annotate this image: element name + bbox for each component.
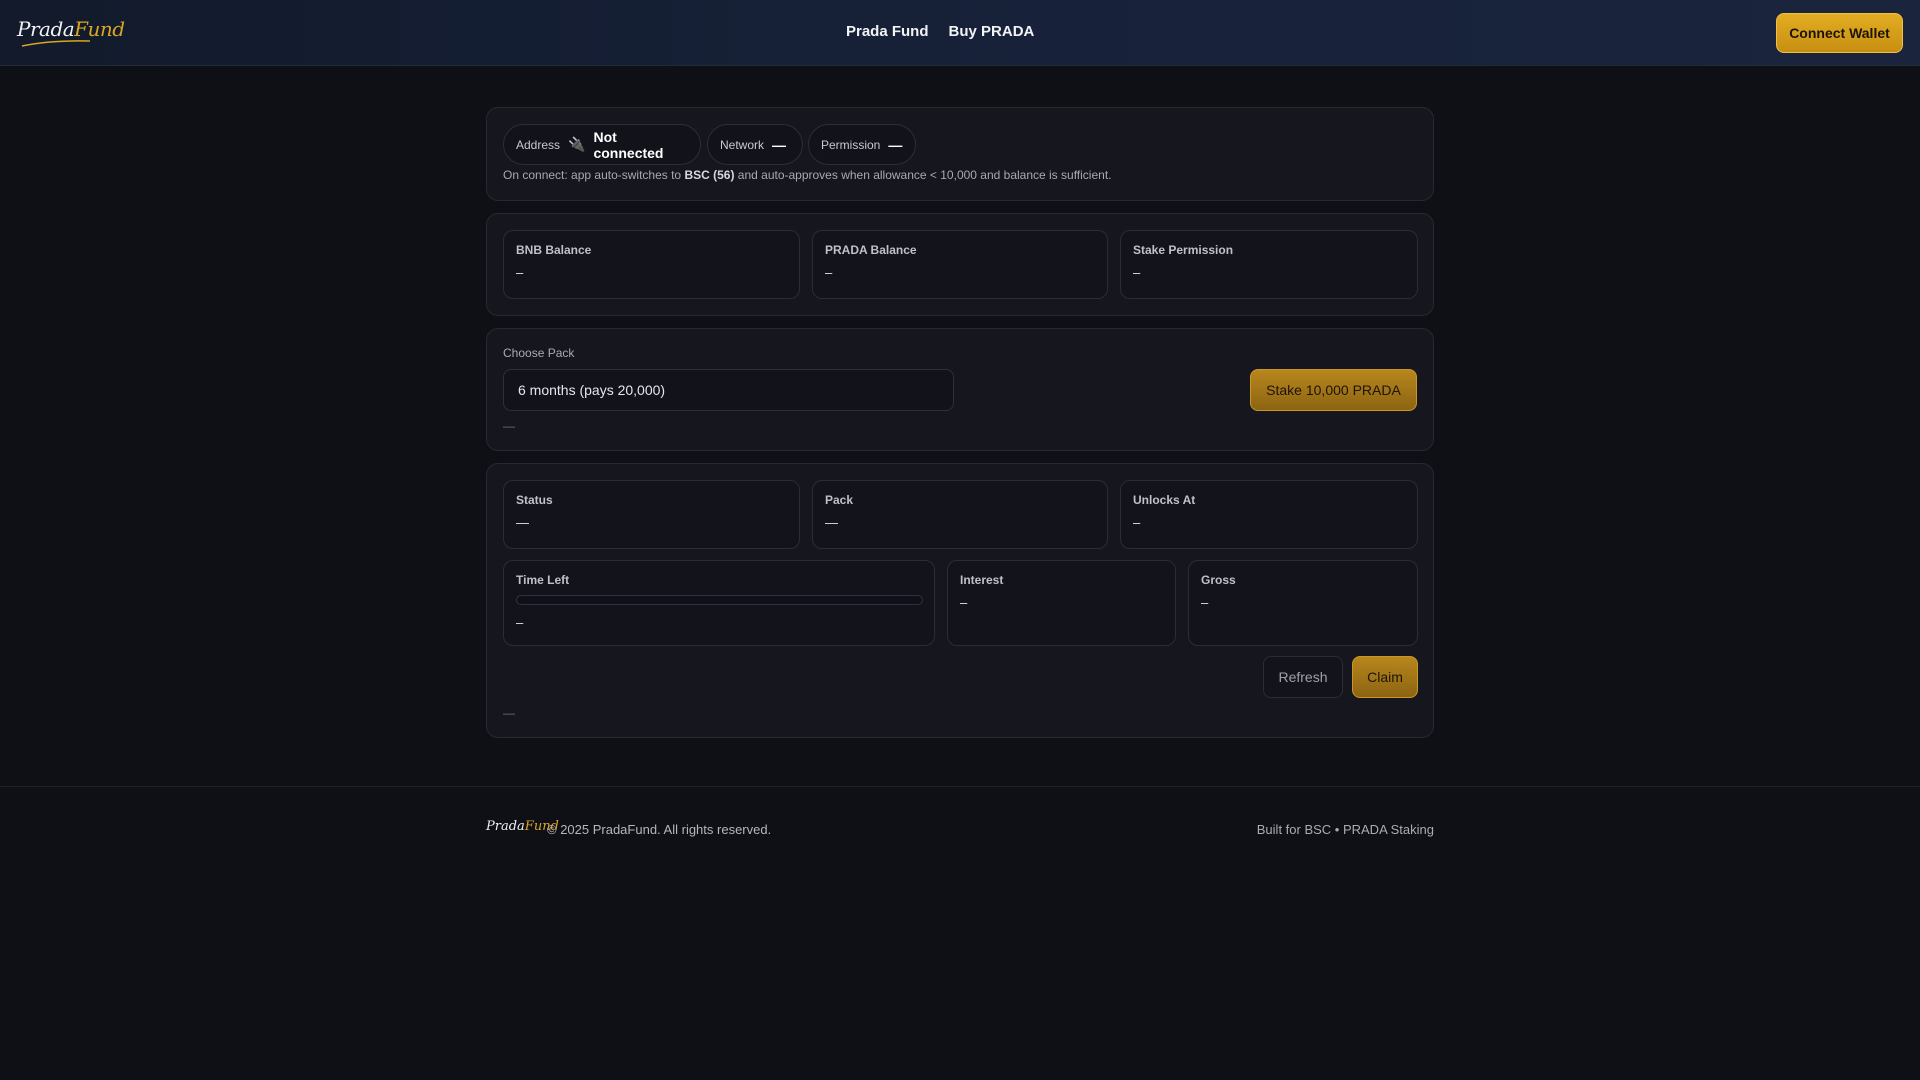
pack-box: Pack — <box>812 480 1108 549</box>
top-navigation-bar: PradaFund Prada Fund Buy PRADA Connect W… <box>0 0 1920 66</box>
refresh-button[interactable]: Refresh <box>1263 656 1343 698</box>
plug-icon: 🔌 <box>568 136 586 152</box>
stake-permission-box: Stake Permission – <box>1120 230 1418 299</box>
interest-value: – <box>960 595 968 610</box>
connect-note-suffix: and auto-approves when allowance < 10,00… <box>734 168 1112 182</box>
unlocks-at-label: Unlocks At <box>1133 493 1196 507</box>
interest-label: Interest <box>960 573 1004 587</box>
unlocks-at-box: Unlocks At – <box>1120 480 1418 549</box>
stake-card: Choose Pack 6 months (pays 20,000) Stake… <box>486 328 1434 451</box>
connect-note-network: BSC (56) <box>684 168 735 182</box>
unlocks-at-value: – <box>1133 515 1141 530</box>
nav-link-buy-prada[interactable]: Buy PRADA <box>949 23 1035 40</box>
permission-value: — <box>888 136 903 153</box>
time-left-progress-bar <box>516 595 923 605</box>
prada-balance-value: – <box>825 265 833 280</box>
bnb-balance-label: BNB Balance <box>516 243 592 257</box>
footer: PradaFund © 2025 PradaFund. All rights r… <box>0 786 1920 1080</box>
logo-text-main: Prada <box>17 17 75 41</box>
stake-button[interactable]: Stake 10,000 PRADA <box>1250 369 1417 411</box>
pradafund-logo[interactable]: PradaFund <box>17 17 125 47</box>
gross-box: Gross – <box>1188 560 1418 646</box>
bnb-balance-box: BNB Balance – <box>503 230 800 299</box>
choose-pack-label: Choose Pack <box>503 346 575 360</box>
address-pill: Address 🔌 Not connected <box>503 124 701 165</box>
time-left-label: Time Left <box>516 573 570 587</box>
network-value: — <box>772 136 787 153</box>
claim-button[interactable]: Claim <box>1352 656 1418 698</box>
pack-value: — <box>825 515 838 530</box>
status-box: Status — <box>503 480 800 549</box>
address-value: Not connected <box>593 128 664 161</box>
connection-card: Address 🔌 Not connected Network — Permis… <box>486 107 1434 201</box>
balances-card: BNB Balance – PRADA Balance – Stake Perm… <box>486 213 1434 316</box>
nav-link-prada-fund[interactable]: Prada Fund <box>846 23 929 40</box>
pack-label: Pack <box>825 493 854 507</box>
bnb-balance-value: – <box>516 265 524 280</box>
status-value: — <box>516 515 529 530</box>
gross-label: Gross <box>1201 573 1236 587</box>
connect-wallet-button[interactable]: Connect Wallet <box>1776 13 1903 53</box>
stake-permission-value: – <box>1133 265 1141 280</box>
main-nav: Prada Fund Buy PRADA <box>846 23 1034 40</box>
stake-status-text: — <box>503 419 515 433</box>
interest-box: Interest – <box>947 560 1176 646</box>
footer-logo-main: Prada <box>486 819 525 834</box>
time-left-box: Time Left – <box>503 560 935 646</box>
footer-tagline: Built for BSC • PRADA Staking <box>1256 822 1434 837</box>
network-pill: Network — <box>707 124 803 165</box>
permission-pill: Permission — <box>808 124 916 165</box>
prada-balance-label: PRADA Balance <box>825 243 917 257</box>
logo-text-accent: Fund <box>74 17 125 41</box>
permission-label: Permission <box>821 137 881 152</box>
prada-balance-box: PRADA Balance – <box>812 230 1108 299</box>
address-label: Address <box>516 137 561 152</box>
time-left-value: – <box>516 615 524 630</box>
connect-note-prefix: On connect: app auto-switches to <box>503 168 685 182</box>
logo-swoosh-icon <box>21 40 91 47</box>
gross-value: – <box>1201 595 1209 610</box>
position-card: Status — Pack — Unlocks At – Time Left –… <box>486 463 1434 738</box>
connect-note: On connect: app auto-switches to BSC (56… <box>503 168 1112 182</box>
status-label: Status <box>516 493 553 507</box>
footer-copyright: © 2025 PradaFund. All rights reserved. <box>547 822 772 837</box>
position-status-text: — <box>503 706 515 720</box>
pack-select[interactable]: 6 months (pays 20,000) <box>503 369 954 411</box>
network-label: Network <box>720 137 765 152</box>
stake-permission-label: Stake Permission <box>1133 243 1234 257</box>
